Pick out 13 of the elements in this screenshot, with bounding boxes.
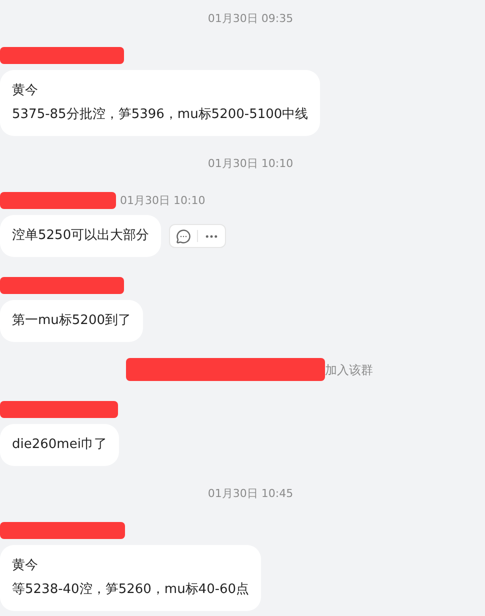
message-text: 黄今	[12, 557, 39, 575]
message-text: die260mei巾了	[12, 436, 107, 454]
timestamp: 01月30日 10:45	[208, 486, 294, 502]
message-text: 5375-85分批涳，笋5396，mu标5200-5100中线	[12, 106, 308, 124]
message-text: 第一mu标5200到了	[12, 312, 131, 330]
message-text: 黄今	[12, 82, 39, 100]
message-time: 01月30日 10:10	[120, 193, 206, 209]
timestamp: 01月30日 10:10	[208, 156, 294, 172]
timestamp: 01月30日 09:35	[208, 11, 294, 27]
message-text: 等5238-40涳，笋5260，mu标40-60点	[12, 581, 250, 599]
message-text: 涳单5250可以出大部分	[12, 227, 150, 245]
reply-icon[interactable]	[174, 228, 194, 244]
system-notice: 加入该群	[325, 362, 373, 378]
